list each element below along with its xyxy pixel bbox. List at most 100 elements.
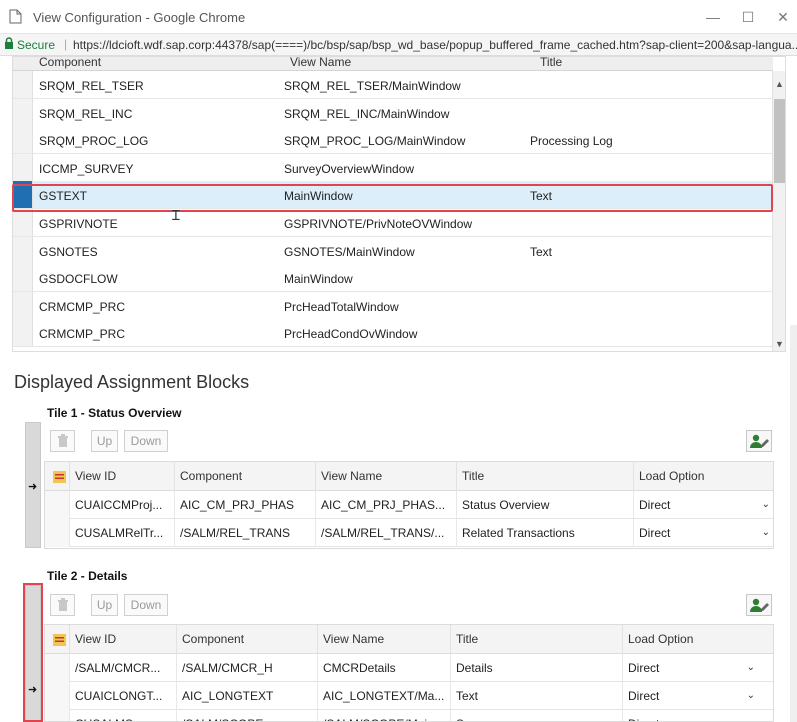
- table-row[interactable]: SRQM_REL_TSER SRQM_REL_TSER/MainWindow: [13, 71, 773, 99]
- title-cell: Text: [530, 244, 553, 259]
- table-row[interactable]: ICCMP_SURVEY SurveyOverviewWindow: [13, 153, 773, 182]
- row-arrow-icon: ➜: [28, 481, 38, 493]
- scroll-down-icon[interactable]: ▼: [775, 339, 784, 349]
- component-cell: ICCMP_SURVEY: [39, 161, 134, 176]
- component-cell: SRQM_REL_TSER: [39, 79, 144, 93]
- up-button[interactable]: Up: [91, 594, 118, 616]
- load-option-select[interactable]: Direct ⌄: [633, 491, 773, 519]
- row-selector[interactable]: [45, 519, 69, 547]
- row-selector[interactable]: [13, 319, 33, 347]
- tile1-title: Tile 1 - Status Overview: [47, 406, 182, 420]
- table-row[interactable]: CUSALMScop.../SALM/SCOPE/SALM/SCOPE/Main…: [45, 710, 773, 721]
- column-header-view-id[interactable]: View ID: [69, 462, 174, 491]
- view-name-cell: SRQM_PROC_LOG/MainWindow: [284, 134, 466, 149]
- table-row[interactable]: CRMCMP_PRC PrcHeadCondOvWindow: [13, 319, 773, 348]
- chevron-down-icon: ⌄: [761, 499, 770, 510]
- view-id-cell: CUSALMScop...: [69, 710, 176, 721]
- table-row[interactable]: SRQM_REL_INC SRQM_REL_INC/MainWindow: [13, 98, 773, 127]
- column-header-view-id[interactable]: View ID: [69, 625, 176, 654]
- column-header-load-option[interactable]: Load Option: [622, 625, 760, 654]
- component-cell: GSDOCFLOW: [39, 272, 118, 287]
- table-row[interactable]: SRQM_PROC_LOG SRQM_PROC_LOG/MainWindow Pro…: [13, 126, 773, 155]
- window-title: View Configuration - Google Chrome: [33, 10, 246, 25]
- column-header-view-name[interactable]: View Name: [290, 57, 351, 69]
- view-name-cell: GSNOTES/MainWindow: [284, 244, 415, 259]
- page-scrollbar[interactable]: [790, 325, 797, 722]
- row-selector[interactable]: [13, 291, 33, 319]
- trash-icon: [57, 598, 68, 611]
- table-row[interactable]: CUAICLONGT... AIC_LONGTEXT AIC_LONGTEXT/Ma…: [45, 682, 773, 710]
- row-selector[interactable]: [45, 682, 69, 710]
- column-header-title[interactable]: Title: [456, 462, 633, 491]
- column-header-component[interactable]: Component: [174, 462, 315, 491]
- delete-button[interactable]: [50, 430, 75, 452]
- row-selector[interactable]: [13, 236, 33, 264]
- row-selector[interactable]: [13, 71, 33, 98]
- table-row[interactable]: CUSALMRelTr.../SALM/REL_TRANS/SALM/REL_T…: [45, 519, 773, 547]
- text-cursor-icon: Ɪ: [172, 207, 180, 223]
- table-row[interactable]: GSDOCFLOW MainWindow: [13, 264, 773, 293]
- trash-icon: [57, 434, 68, 447]
- scroll-thumb[interactable]: [774, 99, 785, 183]
- lock-icon: [5, 37, 13, 49]
- load-option-select[interactable]: Direct ⌄: [622, 710, 760, 721]
- load-option-value: Direct: [628, 689, 660, 703]
- highlight-box: [23, 583, 43, 722]
- delete-button[interactable]: [50, 594, 75, 616]
- close-button[interactable]: ✕: [772, 6, 794, 28]
- view-name-cell: /SALM/SCOPE/Main...: [317, 710, 450, 721]
- up-button[interactable]: Up: [91, 430, 118, 452]
- address-bar[interactable]: Secure | https://ldcioft.wdf.sap.corp:44…: [0, 34, 797, 56]
- row-selector[interactable]: [13, 126, 33, 154]
- url-text[interactable]: https://ldcioft.wdf.sap.corp:44378/sap(=…: [73, 38, 797, 52]
- column-header-component[interactable]: Component: [176, 625, 317, 654]
- view-name-cell: CMCRDetails: [317, 654, 450, 682]
- column-header-title[interactable]: Title: [450, 625, 622, 654]
- maximize-button[interactable]: ☐: [737, 6, 759, 28]
- load-option-select[interactable]: Direct ⌄: [622, 654, 760, 682]
- minimize-button[interactable]: —: [702, 6, 724, 28]
- load-option-value: Direct: [639, 526, 671, 540]
- table-row[interactable]: GSNOTES GSNOTES/MainWindow Text: [13, 236, 773, 265]
- component-cell: /SALM/CMCR_H: [176, 654, 317, 682]
- row-selector[interactable]: [45, 491, 69, 519]
- component-cell: /SALM/REL_TRANS: [174, 519, 315, 547]
- column-header-title[interactable]: Title: [540, 57, 562, 69]
- table-settings-icon[interactable]: [53, 471, 66, 483]
- view-id-cell: CUAICCMProj...: [69, 491, 174, 519]
- tile2-table: View ID Component View Name Title Load Optio…: [44, 624, 774, 722]
- column-header-view-name[interactable]: View Name: [317, 625, 450, 654]
- row-selector[interactable]: [13, 153, 33, 181]
- table-row[interactable]: GSPRIVNOTE GSPRIVNOTE/PrivNoteOVWindow: [13, 209, 773, 237]
- load-option-select[interactable]: Direct ⌄: [622, 682, 760, 710]
- column-header-view-name[interactable]: View Name: [315, 462, 456, 491]
- load-option-select[interactable]: Direct ⌄: [633, 519, 773, 547]
- view-name-cell: /SALM/REL_TRANS/...: [315, 519, 456, 547]
- browser-titlebar: View Configuration - Google Chrome — ☐ ✕: [0, 0, 797, 34]
- row-selector[interactable]: [13, 98, 33, 126]
- title-cell: Scope: [450, 710, 622, 721]
- view-id-cell: CUSALMRelTr...: [69, 519, 174, 547]
- down-button[interactable]: Down: [124, 594, 168, 616]
- personalize-button[interactable]: [746, 430, 772, 452]
- scroll-up-icon[interactable]: ▲: [775, 79, 784, 89]
- scrollbar[interactable]: ▲ ▼: [772, 71, 785, 351]
- tile1-drag-handle[interactable]: ➜: [25, 422, 41, 548]
- row-selector[interactable]: [13, 209, 33, 236]
- column-header-load-option[interactable]: Load Option: [633, 462, 773, 491]
- table-settings-icon[interactable]: [53, 634, 66, 646]
- load-option-value: Direct: [628, 717, 659, 721]
- table-row[interactable]: CUAICCMProj... AIC_CM_PRJ_PHAS AIC_CM_PRJ_…: [45, 491, 773, 519]
- row-selector[interactable]: [45, 654, 69, 682]
- column-header-component[interactable]: Component: [39, 57, 101, 69]
- component-cell: /SALM/SCOPE: [176, 710, 317, 721]
- view-name-cell: GSPRIVNOTE/PrivNoteOVWindow: [284, 217, 473, 231]
- title-cell: Text: [450, 682, 622, 710]
- title-cell: Processing Log: [530, 134, 613, 149]
- table-row[interactable]: CRMCMP_PRC PrcHeadTotalWindow: [13, 291, 773, 320]
- personalize-button[interactable]: [746, 594, 772, 616]
- row-selector[interactable]: [13, 264, 33, 292]
- table-row[interactable]: /SALM/CMCR.../SALM/CMCR_H CMCRDetails Deta…: [45, 654, 773, 682]
- row-selector[interactable]: [45, 710, 69, 721]
- down-button[interactable]: Down: [124, 430, 168, 452]
